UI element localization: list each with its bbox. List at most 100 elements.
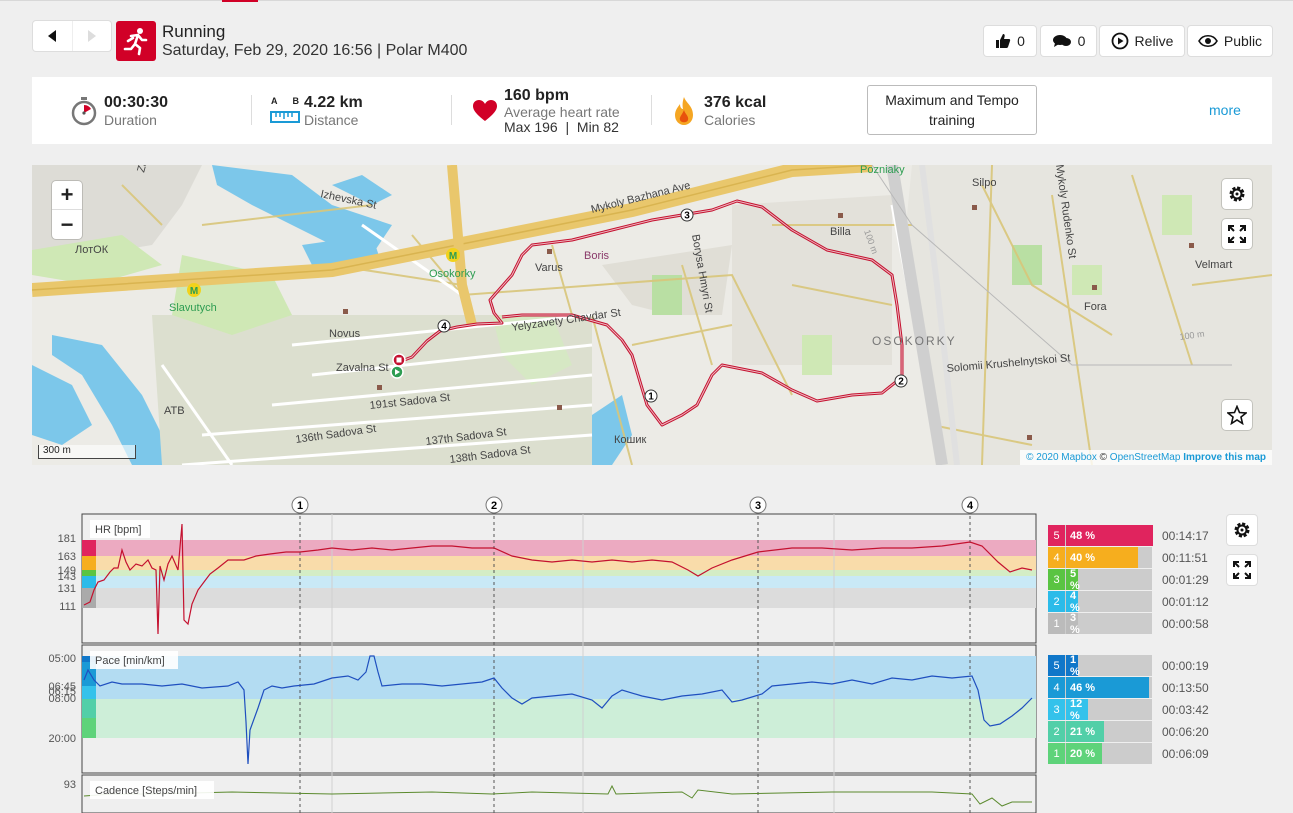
visibility-button[interactable]: Public — [1188, 26, 1272, 56]
pace-tick: 05:00 — [48, 653, 76, 665]
mapbox-link[interactable]: © 2020 Mapbox — [1026, 452, 1097, 463]
navigation-buttons — [33, 21, 111, 51]
hr-zone-number: 5 — [1048, 525, 1065, 546]
visibility-label: Public — [1223, 33, 1263, 49]
min-value: 82 — [603, 118, 619, 135]
point-b-label: B — [292, 95, 300, 106]
pace-tick: 20:00 — [48, 733, 76, 745]
distance-value: 4.22 km — [304, 93, 363, 111]
samples-chart[interactable]: 1 2 3 4 181 163 149 143 131 111 05:00 06… — [32, 490, 1272, 813]
running-person-icon — [116, 21, 156, 61]
star-icon — [1227, 405, 1247, 425]
zoom-in-button[interactable]: + — [52, 181, 82, 210]
pace-zone-number: 2 — [1048, 721, 1065, 742]
active-indicator — [222, 0, 258, 2]
hr-tick: 111 — [59, 601, 76, 613]
svg-text:M: M — [449, 251, 457, 262]
like-count: 0 — [1017, 33, 1025, 49]
pace-zone-bar: 21 % — [1066, 721, 1104, 742]
map-settings-button[interactable] — [1222, 179, 1252, 209]
hr-zone-row: 13 % — [1048, 612, 1152, 636]
calories-label: Calories — [704, 111, 756, 128]
hr-tick: 181 — [58, 533, 76, 545]
hr-zone-bar: 5 % — [1066, 568, 1080, 592]
comments-button[interactable]: 0 — [1041, 26, 1096, 56]
divider — [251, 95, 252, 125]
like-button[interactable]: 0 — [984, 26, 1036, 56]
pace-zone-time: 00:06:20 — [1162, 725, 1209, 739]
pace-zone-number: 1 — [1048, 743, 1065, 764]
heart-rate-metric: 160 bpm Average heart rate Max 196 | Min… — [472, 77, 620, 144]
lap-label-4: 4 — [967, 500, 974, 512]
pace-zone-number: 3 — [1048, 699, 1065, 720]
map-label: Zavalna St — [336, 362, 389, 374]
comment-count: 0 — [1077, 33, 1086, 49]
map-label: Кошик — [614, 434, 646, 446]
pace-zone-time: 00:00:19 — [1162, 659, 1209, 673]
pace-zone-time: 00:13:50 — [1162, 681, 1209, 695]
distance-metric: A B 4.22 km Distance — [270, 77, 363, 144]
copyright-symbol: © — [1099, 452, 1108, 463]
route-map[interactable]: 1 2 3 4 M M Izhevska St Mykoly Bazhana A… — [32, 165, 1272, 465]
calories-value: 376 kcal — [704, 93, 767, 111]
divider — [651, 95, 652, 125]
lap-marker-1: 1 — [648, 392, 654, 403]
hr-zone-row: 5 48 % — [1048, 525, 1153, 546]
lap-label-3: 3 — [755, 500, 761, 512]
pace-zone-row: 2 21 % — [1048, 721, 1152, 742]
pace-zone-time: 00:06:09 — [1162, 747, 1209, 761]
pace-zone-row: 4 46 % — [1048, 677, 1152, 698]
map-attribution: © 2020 Mapbox © OpenStreetMap Improve th… — [1020, 450, 1272, 465]
lap-marker-2: 2 — [898, 377, 904, 388]
arrow-right-icon — [87, 30, 96, 42]
more-link[interactable]: more — [1209, 102, 1241, 118]
lap-marker-3: 3 — [684, 211, 690, 222]
chart-settings-button[interactable] — [1227, 515, 1257, 545]
hr-zone-time: 00:01:12 — [1162, 595, 1209, 609]
map-fullscreen-button[interactable] — [1222, 219, 1252, 249]
improve-map-link[interactable]: Improve this map — [1183, 452, 1266, 463]
map-label: Silpo — [972, 177, 996, 189]
favorite-route-button[interactable] — [1222, 400, 1252, 430]
hr-tick: 163 — [58, 551, 76, 563]
metro-icon: M — [187, 283, 201, 297]
training-benefit-button[interactable]: Maximum and Tempo training — [867, 85, 1037, 135]
map-label: Novus — [329, 328, 361, 340]
previous-button[interactable] — [33, 21, 72, 51]
session-subtitle: Saturday, Feb 29, 2020 16:56 | Polar M40… — [162, 42, 468, 59]
hr-tick: 143 — [58, 571, 76, 583]
map-label: Fora — [1084, 301, 1108, 313]
pace-zone-bar: 46 % — [1066, 677, 1150, 698]
gear-icon — [1234, 522, 1250, 538]
summary-panel: 00:30:30 Duration A B 4.22 km Distance 160… — [32, 77, 1272, 144]
distance-label: Distance — [304, 111, 359, 128]
map-label: Osokorky — [429, 268, 476, 280]
hr-zone-number: 1 — [1048, 613, 1065, 634]
map-label: ATB — [164, 405, 185, 417]
avg-hr-value: 160 bpm — [504, 86, 569, 104]
next-button[interactable] — [71, 21, 112, 51]
duration-label: Duration — [104, 111, 157, 128]
zoom-controls: + − — [52, 181, 82, 239]
map-canvas: 1 2 3 4 M M Izhevska St Mykoly Bazhana A… — [32, 165, 1272, 465]
zoom-out-button[interactable]: − — [52, 210, 82, 239]
duration-metric: 00:30:30 Duration — [70, 77, 168, 144]
hr-zone-row: 24 % — [1048, 590, 1152, 614]
metro-icon: M — [446, 248, 460, 262]
chart-fullscreen-button[interactable] — [1227, 555, 1257, 585]
point-a-label: A — [271, 95, 278, 106]
thumbs-up-icon — [996, 34, 1011, 48]
min-label: Min — [576, 118, 600, 135]
hr-zone-row: 4 40 % — [1048, 547, 1152, 568]
sport-title: Running — [162, 22, 226, 41]
duration-value: 00:30:30 — [104, 93, 169, 111]
flame-icon — [675, 96, 693, 125]
ruler-icon: A B — [270, 96, 300, 126]
pace-zone-bar: 20 % — [1066, 743, 1103, 764]
map-scale: 300 m — [38, 445, 136, 459]
relive-button[interactable]: Relive — [1100, 26, 1184, 56]
pace-zone-row: 1 20 % — [1048, 743, 1152, 764]
gear-icon — [1229, 186, 1245, 202]
osm-link[interactable]: OpenStreetMap — [1110, 452, 1181, 463]
top-divider — [0, 0, 1293, 2]
